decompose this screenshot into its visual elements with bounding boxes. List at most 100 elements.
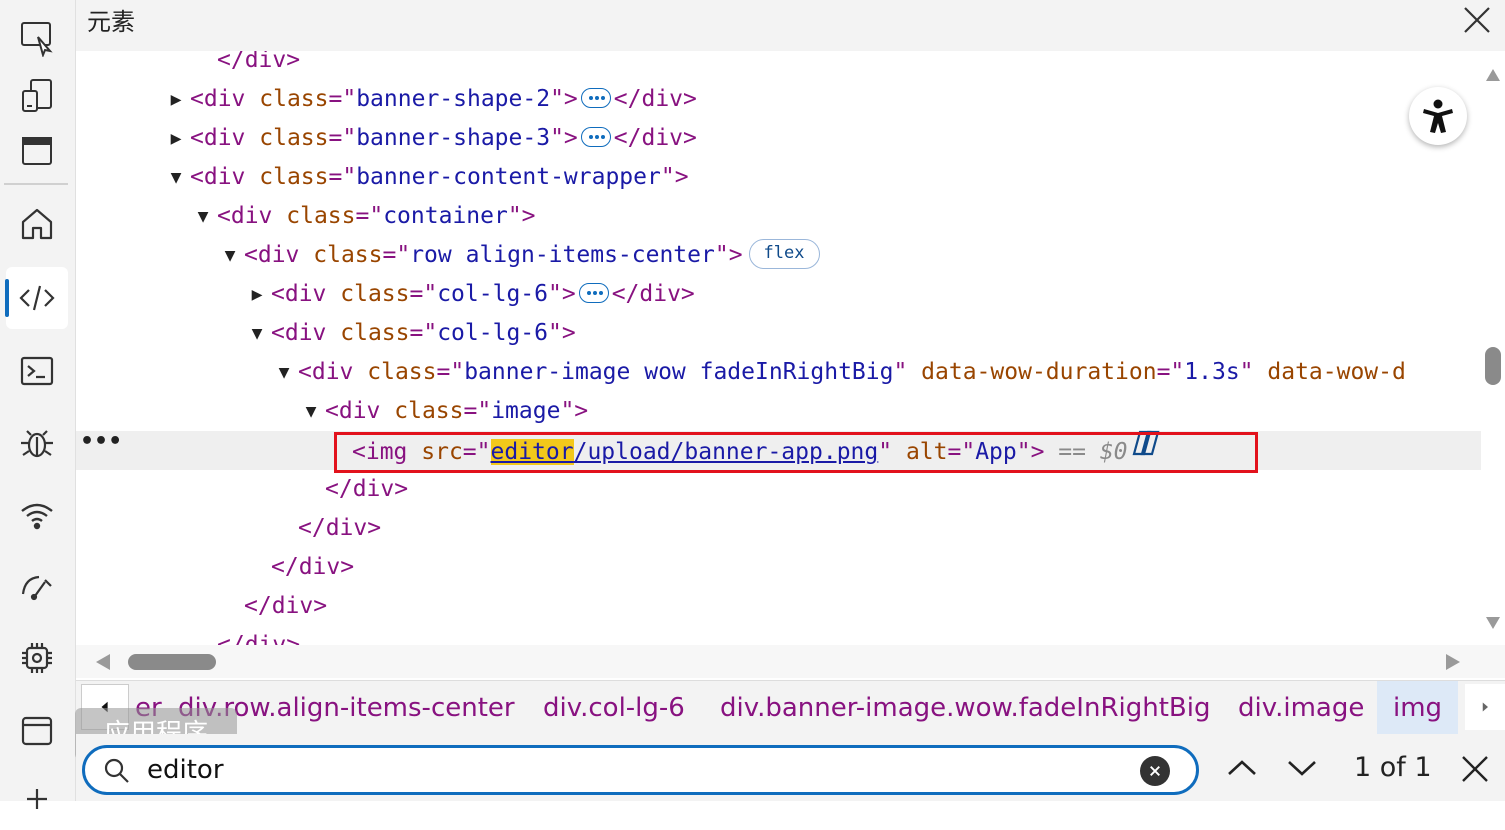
match-count: 1 of 1 [1354, 752, 1432, 783]
token-attr-name: class [259, 125, 329, 151]
token-attr-value: banner-shape-2 [356, 86, 551, 112]
dom-node[interactable]: ▼ <div class="container"> [76, 197, 1481, 236]
dom-node[interactable]: </div> [76, 626, 1481, 645]
dock-icon[interactable] [6, 120, 68, 182]
breadcrumb-scroll-right-icon[interactable] [1465, 684, 1505, 730]
token-tag: =" [328, 164, 357, 190]
dom-node[interactable]: ▶ <div class="col-lg-6"> </div> [76, 275, 1481, 314]
token-tag: "> [550, 86, 578, 112]
device-emulation-icon[interactable] [6, 64, 68, 126]
collapse-triangle-icon[interactable]: ▼ [301, 392, 321, 431]
vertical-scrollbar[interactable] [1481, 51, 1505, 645]
vertical-scroll-thumb[interactable] [1485, 347, 1501, 385]
token-tag: <div [271, 320, 341, 346]
node-actions-dots-icon[interactable]: ••• [80, 429, 122, 454]
horizontal-scrollbar[interactable] [76, 645, 1505, 678]
breadcrumb-item-current[interactable]: img [1377, 681, 1459, 735]
node-markup: <div class="banner-shape-2"> </div> [190, 80, 697, 119]
collapse-triangle-icon[interactable]: ▼ [193, 197, 213, 236]
token-tag: </div> [217, 51, 301, 73]
dom-node[interactable]: </div> [76, 548, 1481, 587]
collapse-triangle-icon[interactable]: ▼ [220, 236, 240, 275]
clear-search-icon[interactable] [1140, 756, 1170, 786]
dom-node[interactable]: ▼ <div class="banner-content-wrapper"> [76, 158, 1481, 197]
token-tag: =" [355, 203, 384, 229]
token-tag: "> [550, 125, 578, 151]
token-tag: </div> [271, 554, 355, 580]
dom-node[interactable]: ▶ <div class="banner-shape-2"> </div> [76, 80, 1481, 119]
token-tag: <div [217, 203, 287, 229]
console-icon[interactable] [6, 340, 68, 402]
scroll-down-icon[interactable] [1486, 617, 1500, 629]
expand-triangle-icon[interactable]: ▶ [166, 80, 186, 119]
network-icon[interactable] [6, 484, 68, 546]
dom-node[interactable]: ▶ <div class="banner-shape-3"> </div> [76, 119, 1481, 158]
expand-children-icon[interactable] [578, 282, 609, 303]
token-tag: </div> [325, 476, 409, 502]
welcome-home-icon[interactable] [6, 193, 68, 255]
token-tag: <div [190, 164, 260, 190]
token-tag: =" [409, 320, 438, 346]
more-tools-icon[interactable] [6, 768, 68, 830]
expand-children-icon[interactable] [580, 87, 611, 108]
breadcrumb-item[interactable]: div.image [1238, 681, 1364, 735]
token-attr-value: container [383, 203, 508, 229]
performance-icon[interactable] [6, 555, 68, 617]
dom-node[interactable]: </div> [76, 587, 1481, 626]
memory-icon[interactable] [6, 627, 68, 689]
token-attr-value: col-lg-6 [437, 281, 548, 307]
collapse-triangle-icon[interactable]: ▼ [247, 314, 267, 353]
sources-debugger-icon[interactable] [6, 412, 68, 474]
dom-node[interactable]: ▼ <div class="row align-items-center"> fle… [76, 236, 1481, 275]
expand-triangle-icon[interactable]: ▶ [247, 275, 267, 314]
search-icon [104, 758, 129, 783]
node-markup: </div> [298, 509, 381, 548]
token-tag: <div [190, 125, 260, 151]
token-tag: "> [714, 242, 743, 268]
breadcrumb-item[interactable]: div.col-lg-6 [543, 681, 685, 735]
flex-badge[interactable]: flex [748, 238, 820, 269]
dom-node[interactable]: ▼ <div class="banner-image wow fadeInRigh… [76, 353, 1481, 392]
next-match-icon[interactable] [1284, 750, 1320, 786]
application-icon[interactable] [6, 700, 68, 762]
node-markup: <div class="banner-image wow fadeInRight… [298, 353, 1406, 392]
inspect-icon[interactable] [6, 6, 68, 68]
token-tag: =" [463, 398, 492, 424]
token-tag: =" [328, 86, 357, 112]
dom-node[interactable]: ▼ <div class="col-lg-6"> [76, 314, 1481, 353]
scroll-right-icon[interactable] [1446, 654, 1460, 670]
collapse-triangle-icon[interactable]: ▼ [166, 158, 186, 197]
previous-match-icon[interactable] [1224, 750, 1260, 786]
token-tag: "> [560, 398, 589, 424]
breadcrumb-item[interactable]: div.banner-image.wow.fadeInRightBig [720, 681, 1210, 735]
horizontal-scroll-thumb[interactable] [128, 654, 216, 670]
accessibility-icon[interactable] [1409, 87, 1467, 145]
expand-children-icon[interactable] [580, 126, 611, 147]
dom-tree[interactable]: </div> ▶ <div class="banner-shape-2"> </div… [76, 51, 1481, 645]
dom-node[interactable]: </div> [76, 509, 1481, 548]
node-markup: <div class="image"> [325, 392, 588, 431]
token-tag: </div> [217, 632, 301, 645]
token-attr-name: class [313, 242, 383, 268]
panel-header: 元素 [76, 0, 1505, 51]
token-attr-name: class [340, 281, 410, 307]
close-search-icon[interactable] [1460, 754, 1490, 784]
token-attr-value: 1.3s [1184, 359, 1240, 385]
token-attr-name: data-wow-duration [921, 359, 1157, 385]
search-bar: 1 of 1 [76, 734, 1505, 801]
elements-icon[interactable] [5, 267, 68, 329]
token-attr-name: class [340, 320, 410, 346]
dom-node[interactable]: </div> [76, 51, 1481, 80]
scroll-up-icon[interactable] [1486, 69, 1500, 81]
search-input[interactable] [147, 752, 1107, 788]
token-attr-value: row align-items-center [410, 242, 715, 268]
token-tag: </div> [613, 125, 697, 151]
dom-node[interactable]: </div> [76, 470, 1481, 509]
token-attr-name: data-wow-d [1267, 359, 1406, 385]
scroll-left-icon[interactable] [96, 654, 110, 670]
token-tag: <div [325, 398, 395, 424]
collapse-triangle-icon[interactable]: ▼ [274, 353, 294, 392]
close-icon[interactable] [1461, 4, 1493, 36]
dom-node[interactable]: ▼ <div class="image"> [76, 392, 1481, 431]
expand-triangle-icon[interactable]: ▶ [166, 119, 186, 158]
